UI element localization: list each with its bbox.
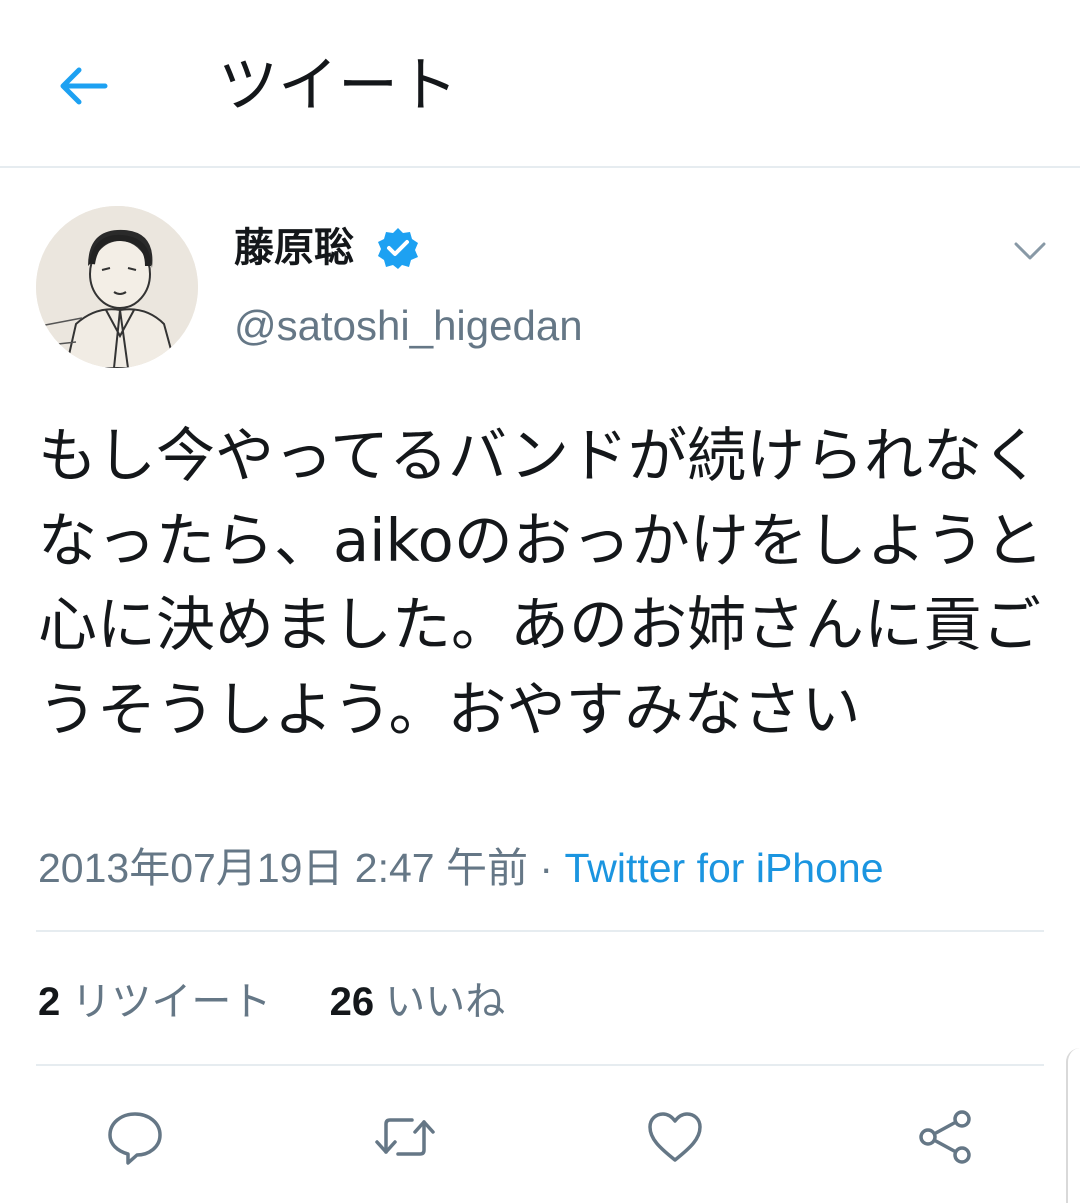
retweet-button[interactable] [374,1106,436,1168]
likes-stat[interactable]: 26 いいね [330,980,506,1024]
meta-separator: · [539,845,554,891]
chevron-down-icon [1014,242,1046,260]
tweet-stats: 2 リツイート 26 いいね [38,976,505,1028]
likes-count: 26 [329,980,375,1024]
tweet-text: もし今やってるバンドが続けられなくなったら、aikoのおっかけをしようと心に決め… [38,421,1044,744]
avatar-illustration [36,206,198,368]
reply-icon [108,1112,162,1165]
top-bar: ツイート [0,0,1080,168]
author-name[interactable]: 藤原聡 [234,222,354,274]
scroll-indicator [1066,1048,1080,1203]
verified-badge-icon [376,226,420,270]
avatar[interactable] [36,206,198,368]
divider [36,1064,1044,1066]
reply-button[interactable] [104,1106,166,1168]
retweet-icon [375,1118,435,1156]
arrow-left-icon [60,67,108,105]
back-button[interactable] [52,58,114,114]
likes-label: いいね [385,980,506,1024]
retweets-label: リツイート [71,980,272,1024]
tweet-timestamp: 2013年07月19日 2:47 午前 [38,845,528,891]
retweets-count: 2 [38,980,61,1024]
author-handle[interactable]: @satoshi_higedan [234,298,583,354]
divider [36,930,1044,932]
more-options-button[interactable] [1008,232,1052,268]
like-icon [648,1112,702,1162]
like-button[interactable] [644,1106,706,1168]
share-icon [919,1110,971,1164]
share-button[interactable] [914,1106,976,1168]
retweets-stat[interactable]: 2 リツイート [38,980,283,1024]
page-title: ツイート [218,51,458,121]
tweet-meta: 2013年07月19日 2:47 午前 · Twitter for iPhone [38,842,884,894]
tweet-source-link[interactable]: Twitter for iPhone [564,845,883,891]
